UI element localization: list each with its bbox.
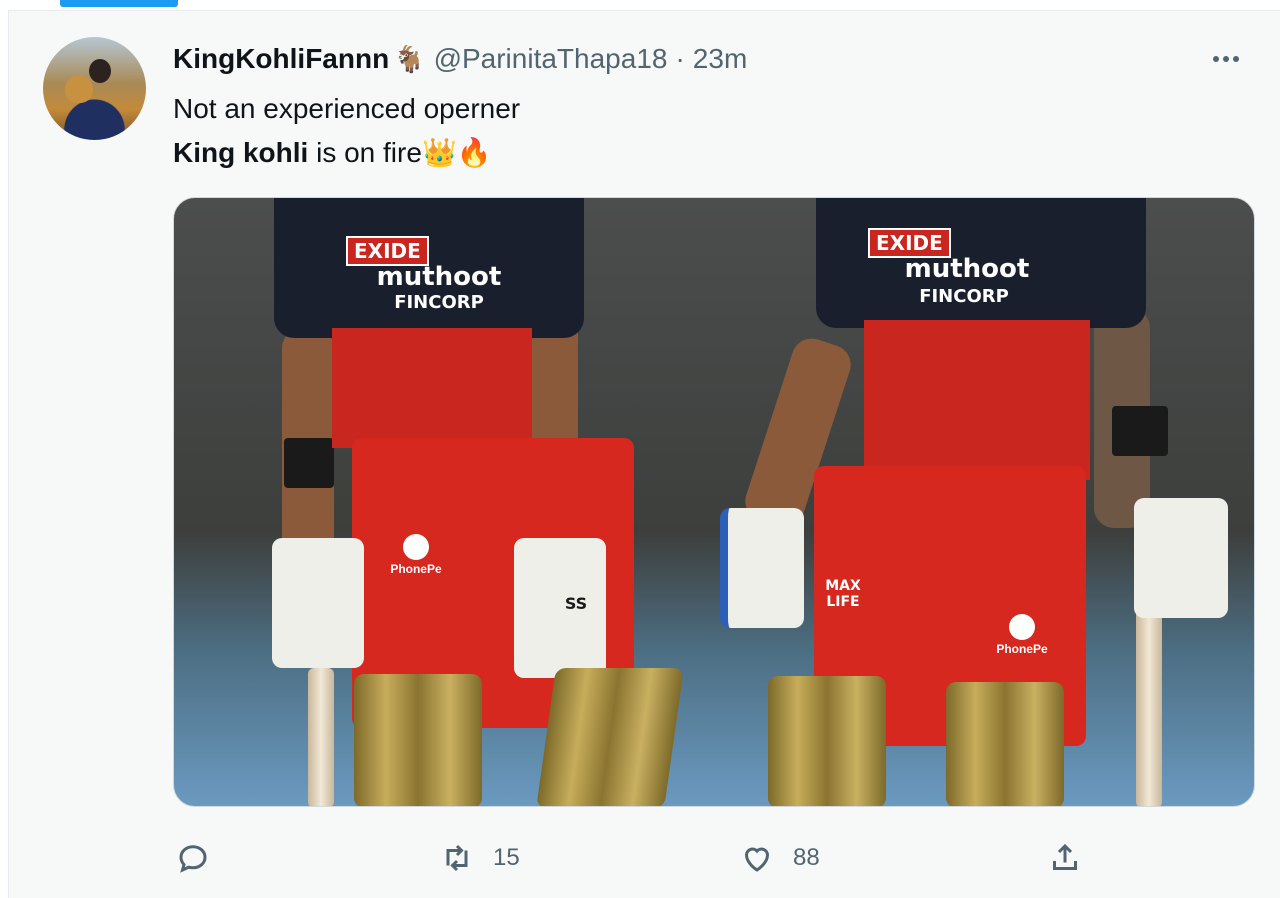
leg-pad-left-1 (354, 674, 482, 806)
phonepe-icon (1009, 614, 1035, 640)
tweet-photo[interactable]: EXIDE muthoot FINCORP PhonePe SS EXIDE m… (173, 197, 1255, 807)
glove-brand-left: SS (564, 594, 588, 613)
more-dot-icon (1233, 56, 1239, 62)
like-count: 88 (793, 844, 820, 871)
tweet-text-line2: King kohli is on fire👑🔥 (173, 131, 520, 175)
retweet-count: 15 (493, 844, 520, 871)
hip-sponsor-right: MAX LIFE (825, 578, 861, 610)
like-button[interactable]: 88 (739, 833, 820, 883)
tweet-text-bold: King kohli (173, 137, 309, 168)
more-options-button[interactable] (1206, 45, 1246, 73)
avatar-dog (65, 75, 93, 103)
retweet-button[interactable]: 15 (439, 833, 520, 883)
more-dot-icon (1213, 56, 1219, 62)
wristband-left (284, 438, 334, 488)
display-name[interactable]: KingKohliFannn (173, 43, 389, 75)
top-nav-indicator (60, 0, 178, 7)
sponsor-left: muthoot (376, 262, 502, 292)
more-dot-icon (1223, 56, 1229, 62)
tweet-header: KingKohliFannn 🐐 @ParinitaThapa18 · 23m (173, 41, 747, 77)
crown-fire-emoji: 👑🔥 (421, 137, 492, 168)
phonepe-label-right: PhonePe (996, 642, 1048, 656)
sponsor-right: muthoot (904, 254, 1030, 284)
sponsor-sub-left: FINCORP (394, 292, 484, 313)
avatar[interactable] (43, 37, 146, 140)
avatar-person (89, 59, 111, 83)
tweet-actions: 15 88 (173, 833, 1253, 883)
leg-pad-right-1 (768, 676, 886, 806)
reply-icon (179, 845, 207, 873)
glove-right-1 (720, 508, 804, 628)
phonepe-logo-left: PhonePe (386, 534, 446, 576)
tweet-text-line1: Not an experienced operner (173, 93, 521, 124)
tweet-text: Not an experienced operner King kohli is… (173, 87, 520, 175)
goat-emoji: 🐐 (393, 43, 426, 74)
reply-button[interactable] (175, 833, 211, 883)
retweet-icon (446, 844, 468, 872)
user-handle[interactable]: @ParinitaThapa18 (434, 43, 668, 75)
tweet-card[interactable]: KingKohliFannn 🐐 @ParinitaThapa18 · 23m … (8, 10, 1280, 898)
sponsor-sub-right: FINCORP (919, 286, 1009, 307)
leg-pad-right-2 (946, 682, 1064, 806)
wristband-right (1112, 406, 1168, 456)
bat-right (1136, 598, 1162, 806)
tweet-text-rest: is on fire (308, 137, 422, 168)
jersey-left (332, 328, 532, 448)
tweet-timestamp[interactable]: 23m (693, 43, 747, 75)
glove-left-1 (272, 538, 364, 668)
heart-icon (744, 847, 770, 872)
share-button[interactable] (1047, 833, 1083, 883)
jersey-right (864, 320, 1090, 480)
glove-right-2 (1134, 498, 1228, 618)
phonepe-logo-right: PhonePe (992, 614, 1052, 656)
separator-dot: · (675, 43, 685, 74)
phonepe-icon (403, 534, 429, 560)
bat-left (308, 668, 334, 806)
leg-pad-left-2 (536, 668, 684, 806)
share-icon (1053, 843, 1077, 870)
phonepe-label-left: PhonePe (390, 562, 442, 576)
